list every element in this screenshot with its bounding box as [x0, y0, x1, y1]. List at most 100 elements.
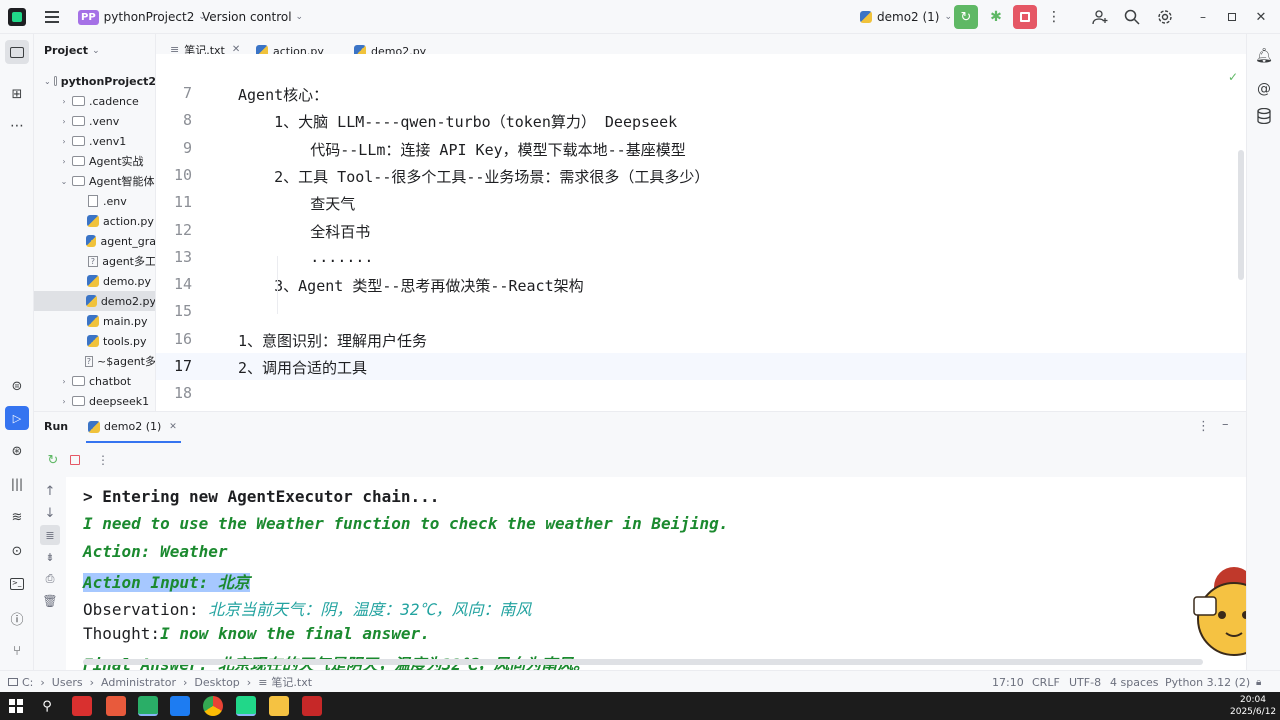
structure-icon[interactable]: ⊞ [5, 82, 29, 106]
tree-item[interactable]: › .venv [34, 111, 155, 131]
code-line[interactable]: 代码--LLm：连接 API Key，模型下载本地--基座模型 [238, 139, 685, 160]
python-packages-icon[interactable]: ⊛ [5, 439, 29, 463]
red-app-icon[interactable] [106, 696, 126, 716]
soft-wrap-icon[interactable]: ≣ [40, 525, 60, 545]
indent-setting[interactable]: 4 spaces [1110, 671, 1159, 693]
print-icon[interactable]: ⎙ [40, 569, 60, 589]
chrome-app-icon[interactable] [203, 696, 223, 716]
windows-start-icon[interactable] [8, 698, 24, 714]
tree-item[interactable]: › chatbot [34, 371, 155, 391]
tree-item[interactable]: › Agent实战 [34, 151, 155, 171]
code-line[interactable]: 1、大脑 LLM----qwen-turbo（token算力） Deepseek [238, 111, 677, 132]
breadcrumb-item[interactable]: C: [22, 676, 33, 689]
chevron-right-icon[interactable]: › [59, 397, 69, 406]
tree-item[interactable]: ⌄ Agent智能体 [34, 171, 155, 191]
lock-icon[interactable]: 🔒︎ [1256, 671, 1261, 693]
close-tab-icon[interactable]: ✕ [169, 422, 177, 432]
project-panel-header[interactable]: Project ⌄ [44, 44, 100, 57]
python-interpreter[interactable]: Python 3.12 (2) [1165, 671, 1250, 693]
code-editor[interactable]: 7 Agent核心： 8 1、大脑 LLM----qwen-turbo（token算… [156, 54, 1246, 410]
blue-app-icon[interactable] [170, 696, 190, 716]
run-tool-icon[interactable]: ▷ [5, 406, 29, 430]
clear-trash-icon[interactable]: 🗑︎ [40, 591, 60, 611]
tree-item[interactable]: ? agent多工 [34, 251, 155, 271]
tree-item[interactable]: agent_gra [34, 231, 155, 251]
code-line[interactable]: Agent核心： [238, 84, 328, 105]
terminal-icon[interactable]: >_ [5, 572, 29, 596]
more-options-icon[interactable]: ⋮ [1045, 5, 1063, 29]
run-console[interactable]: > Entering new AgentExecutor chain... I n… [66, 477, 1246, 670]
rerun-icon[interactable]: ↻ [44, 451, 62, 469]
version-control-menu[interactable]: Version control ⌄ [202, 0, 303, 34]
console-scrollbar[interactable] [83, 659, 1203, 665]
chevron-right-icon[interactable]: › [59, 117, 69, 126]
chevron-right-icon[interactable]: › [59, 137, 69, 146]
run-config-selector[interactable]: demo2 (1) ⌄ [860, 0, 952, 34]
arrow-up-icon[interactable]: ↑ [40, 481, 60, 501]
layers-icon[interactable]: ≋ [5, 505, 29, 529]
profiler-icon[interactable]: ||| [5, 472, 29, 496]
code-line[interactable]: ....... [238, 248, 373, 266]
taskbar-search-icon[interactable]: ⚲ [38, 697, 56, 715]
line-separator[interactable]: CRLF [1032, 671, 1060, 693]
tree-item[interactable]: › .cadence [34, 91, 155, 111]
services-icon[interactable]: ⊙ [5, 539, 29, 563]
code-line[interactable]: 全科百书 [238, 221, 370, 242]
file-explorer-icon[interactable] [269, 696, 289, 716]
problems-icon[interactable]: ⓘ [5, 606, 29, 630]
stop-icon[interactable] [66, 451, 84, 469]
tree-item[interactable]: tools.py [34, 331, 155, 351]
tree-item[interactable]: action.py [34, 211, 155, 231]
tree-item[interactable]: › .venv1 [34, 131, 155, 151]
stop-button[interactable] [1013, 5, 1037, 29]
tree-item[interactable]: .env [34, 191, 155, 211]
editor-scrollbar[interactable] [1238, 150, 1244, 280]
more-options-icon[interactable]: ⋮ [1197, 419, 1210, 434]
run-tab[interactable]: demo2 (1) ✕ [86, 412, 181, 443]
tree-item[interactable]: main.py [34, 311, 155, 331]
wps-app-icon[interactable] [72, 696, 92, 716]
code-line[interactable]: 2、调用合适的工具 [238, 357, 367, 378]
breadcrumb-item[interactable]: Administrator [101, 676, 176, 689]
tree-item[interactable]: demo.py [34, 271, 155, 291]
close-window-icon[interactable]: ✕ [1251, 7, 1271, 27]
rerun-button[interactable]: ↻ [954, 5, 978, 29]
database-icon[interactable] [1252, 104, 1276, 128]
tree-item[interactable]: ? ~$agent多 [34, 351, 155, 371]
inspection-ok-icon[interactable]: ✓ [1228, 70, 1238, 84]
wps-office-icon[interactable] [302, 696, 322, 716]
hide-panel-icon[interactable]: – [1222, 417, 1229, 432]
chevron-right-icon[interactable]: › [59, 377, 69, 386]
code-line[interactable]: 3、Agent 类型--思考再做决策--React架构 [238, 275, 584, 296]
project-view-icon[interactable] [5, 40, 29, 64]
chevron-right-icon[interactable]: › [59, 157, 69, 166]
ai-assistant-icon[interactable]: ⊜ [5, 374, 29, 398]
settings-gear-icon[interactable] [1155, 7, 1175, 27]
arrow-down-icon[interactable]: ↓ [40, 503, 60, 523]
wechat-app-icon[interactable] [138, 696, 158, 716]
pycharm-app-icon[interactable] [236, 696, 256, 716]
minimize-window-icon[interactable]: – [1193, 7, 1213, 27]
cursor-position[interactable]: 17:10 [992, 671, 1024, 693]
breadcrumb-item[interactable]: Desktop [194, 676, 239, 689]
code-line[interactable]: 2、工具 Tool--很多个工具--业务场景：需求很多（工具多少） [238, 166, 709, 187]
notifications-bell-icon[interactable]: 🔔︎ [1252, 44, 1276, 68]
main-menu-icon[interactable] [44, 9, 60, 25]
chevron-right-icon[interactable]: › [59, 97, 69, 106]
scroll-to-end-icon[interactable]: ⇟ [40, 547, 60, 567]
chevron-down-icon[interactable]: ⌄ [44, 77, 51, 86]
tree-item[interactable]: ⌄ pythonProject2 [34, 71, 155, 91]
add-user-icon[interactable] [1090, 7, 1110, 27]
code-line[interactable]: 查天气 [238, 193, 355, 214]
restore-window-icon[interactable] [1222, 7, 1242, 27]
tree-item[interactable]: › deepseek1 [34, 391, 155, 411]
project-selector[interactable]: PP pythonProject2 ⌄ [78, 0, 206, 34]
more-tools-icon[interactable]: ⋯ [5, 114, 29, 138]
tree-item[interactable]: demo2.py [34, 291, 155, 311]
breadcrumb-item[interactable]: Users [52, 676, 83, 689]
file-encoding[interactable]: UTF-8 [1069, 671, 1101, 693]
debug-icon[interactable]: ✱ [984, 5, 1008, 29]
app-logo-icon[interactable] [8, 8, 26, 26]
more-options-icon[interactable]: ⋮ [96, 451, 110, 469]
ai-chat-icon[interactable]: @ [1252, 77, 1276, 101]
